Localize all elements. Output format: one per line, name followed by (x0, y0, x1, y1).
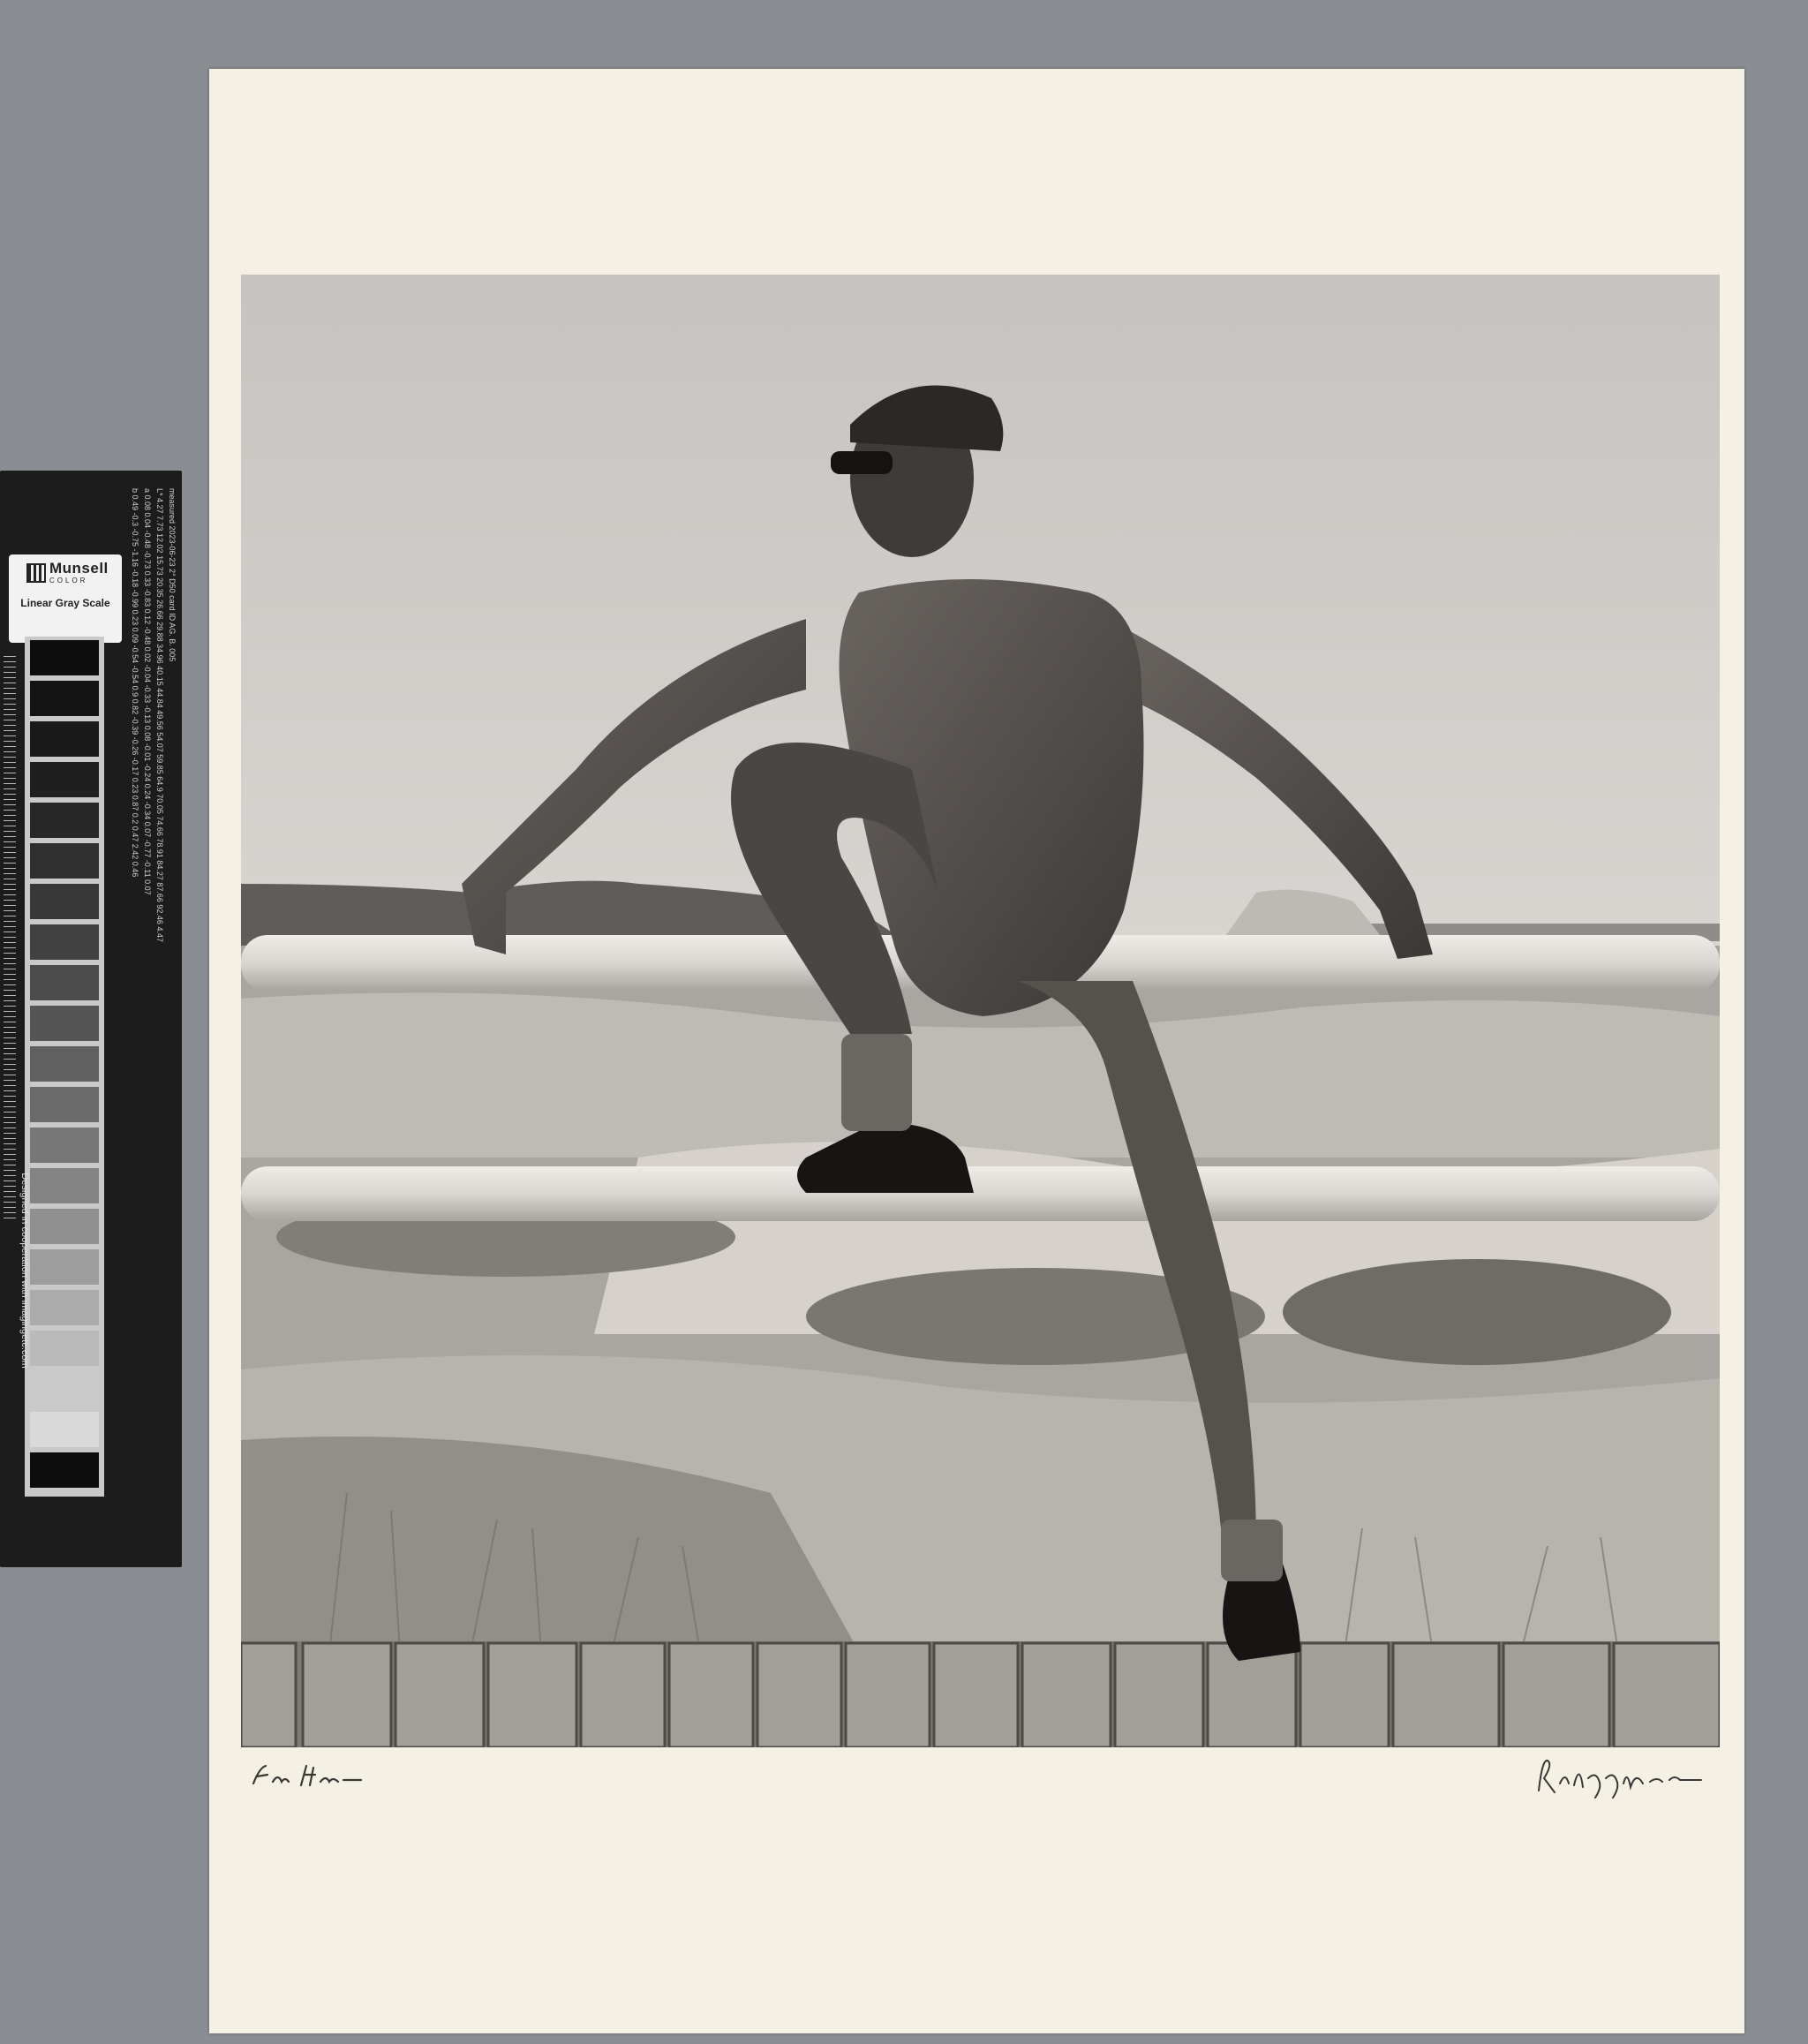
gray-swatch (30, 1290, 99, 1325)
photograph-image (241, 275, 1720, 1747)
gray-swatch (30, 924, 99, 960)
munsell-grid-icon (26, 563, 46, 583)
munsell-brand: Munsell (49, 560, 109, 577)
gray-swatch (30, 1168, 99, 1203)
gray-swatch (30, 721, 99, 757)
gray-swatch-column (25, 637, 104, 1497)
gray-swatch (30, 1249, 99, 1285)
photograph (241, 275, 1720, 1747)
gray-swatch (30, 1331, 99, 1366)
gray-swatch (30, 803, 99, 838)
mm-ruler (4, 656, 16, 1221)
munsell-logo: Munsell COLOR Linear Gray Scale (9, 554, 122, 643)
card-measurement-table: measured 2023-06-23 2° D50 card ID AG. B… (125, 488, 178, 1561)
card-values-column-a: a 0.08 0.04 -0.48 -0.73 0.33 -0.83 0.12 … (143, 488, 152, 895)
gray-swatch (30, 1412, 99, 1447)
gray-swatch (30, 1452, 99, 1488)
card-caption: Linear Gray Scale (20, 597, 110, 609)
handwritten-dedication (252, 1764, 363, 1787)
gray-swatch (30, 1087, 99, 1122)
gray-scale-card: Munsell COLOR Linear Gray Scale Designed… (0, 471, 182, 1567)
gray-swatch (30, 884, 99, 919)
gray-swatch (30, 1046, 99, 1082)
gray-swatch (30, 762, 99, 797)
gray-swatch (30, 965, 99, 1000)
gray-swatch (30, 1006, 99, 1041)
gray-swatch (30, 1209, 99, 1244)
print-sheet (209, 69, 1744, 2033)
photographer-signature (1538, 1759, 1702, 1799)
card-values-column: L* 4.27 7.73 12.02 15.73 20.35 26.66 29.… (155, 488, 164, 942)
card-credit: Designed in cooperation with imagingetc.… (19, 1173, 30, 1369)
gray-swatch (30, 640, 99, 675)
munsell-brand-sub: COLOR (49, 577, 88, 585)
card-values-column-b: b 0.49 -0.3 -0.75 -1.16 -0.18 -0.99 0.23… (131, 488, 139, 878)
gray-swatch (30, 1371, 99, 1407)
gray-swatch (30, 681, 99, 716)
gray-swatch (30, 1128, 99, 1163)
gray-swatch (30, 843, 99, 879)
card-header-column: measured 2023-06-23 2° D50 card ID AG. B… (168, 488, 177, 662)
